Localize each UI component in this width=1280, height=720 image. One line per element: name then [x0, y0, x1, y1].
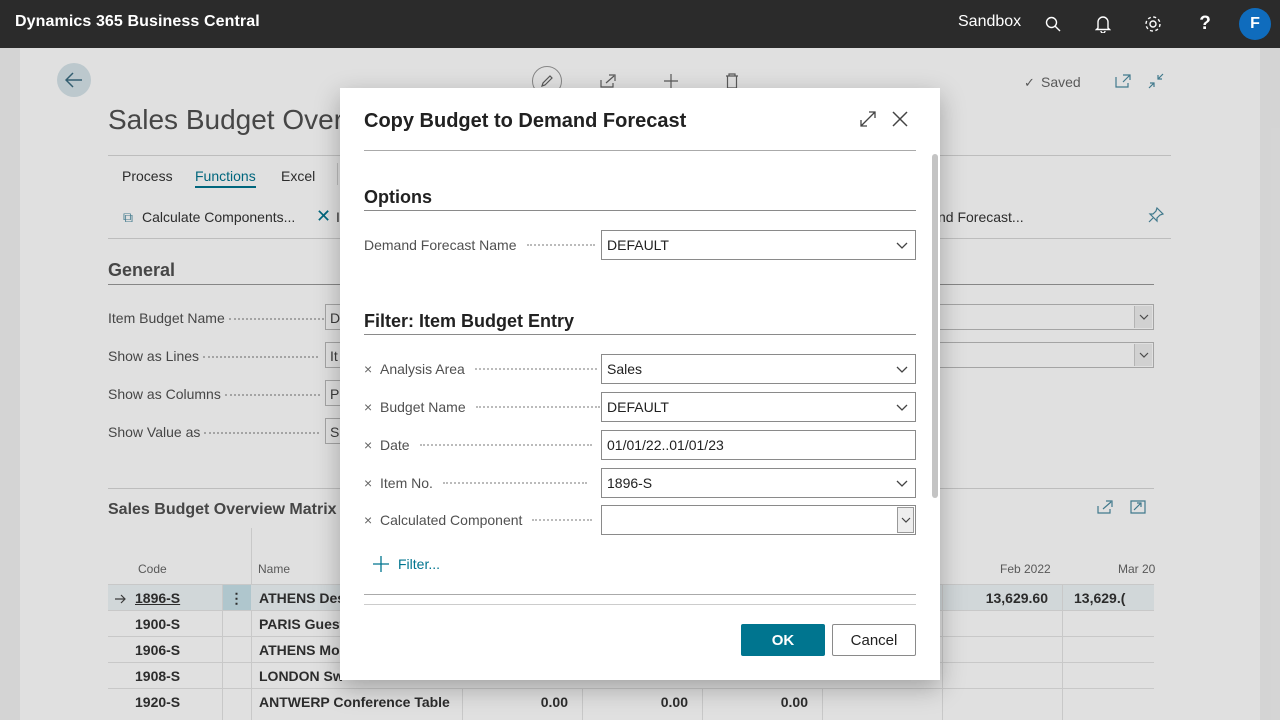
filter-section-title[interactable]: Filter: Item Budget Entry: [364, 311, 574, 332]
date-field[interactable]: 01/01/22..01/01/23: [601, 430, 916, 460]
close-icon[interactable]: [891, 110, 909, 133]
dialog-title: Copy Budget to Demand Forecast: [364, 110, 687, 132]
help-icon[interactable]: ?: [1193, 12, 1217, 36]
divider: [364, 594, 916, 595]
search-icon[interactable]: [1041, 12, 1065, 36]
chevron-down-icon[interactable]: [897, 507, 914, 533]
top-bar: Dynamics 365 Business Central Sandbox ? …: [0, 0, 1280, 48]
divider: [364, 150, 916, 151]
date-label: × Date: [364, 437, 592, 453]
cancel-button[interactable]: Cancel: [832, 624, 916, 656]
options-section-title[interactable]: Options: [364, 187, 432, 208]
maximize-icon[interactable]: [859, 110, 877, 133]
divider: [364, 210, 916, 211]
chevron-down-icon: [896, 404, 908, 411]
app-brand[interactable]: Dynamics 365 Business Central: [15, 13, 260, 31]
ok-button[interactable]: OK: [741, 624, 825, 656]
item-no-field[interactable]: 1896-S: [601, 468, 916, 498]
remove-filter-icon[interactable]: ×: [364, 437, 380, 453]
divider: [364, 604, 916, 605]
budget-name-label: × Budget Name: [364, 399, 600, 415]
analysis-area-label: × Analysis Area: [364, 361, 597, 377]
remove-filter-icon[interactable]: ×: [364, 475, 380, 491]
dialog-scrollbar[interactable]: [932, 154, 938, 498]
avatar[interactable]: F: [1239, 8, 1271, 40]
environment-name: Sandbox: [958, 13, 1022, 30]
add-filter-link[interactable]: Filter...: [372, 555, 440, 573]
remove-filter-icon[interactable]: ×: [364, 512, 380, 528]
analysis-area-field[interactable]: Sales: [601, 354, 916, 384]
calculated-component-label: × Calculated Component: [364, 512, 593, 528]
chevron-down-icon: [896, 480, 908, 487]
remove-filter-icon[interactable]: ×: [364, 361, 380, 377]
chevron-down-icon: [896, 242, 908, 249]
chevron-down-icon: [896, 366, 908, 373]
plus-icon: [373, 556, 389, 572]
demand-forecast-name-label: Demand Forecast Name: [364, 237, 595, 253]
gear-icon[interactable]: [1141, 12, 1165, 36]
item-no-label: × Item No.: [364, 475, 587, 491]
remove-filter-icon[interactable]: ×: [364, 399, 380, 415]
filter-link-label: Filter...: [398, 556, 441, 572]
bell-icon[interactable]: [1091, 12, 1115, 36]
divider: [364, 334, 916, 335]
demand-forecast-name-field[interactable]: DEFAULT: [601, 230, 916, 260]
budget-name-field[interactable]: DEFAULT: [601, 392, 916, 422]
calculated-component-field[interactable]: [601, 505, 916, 535]
copy-budget-dialog: Copy Budget to Demand Forecast Options D…: [340, 88, 940, 680]
